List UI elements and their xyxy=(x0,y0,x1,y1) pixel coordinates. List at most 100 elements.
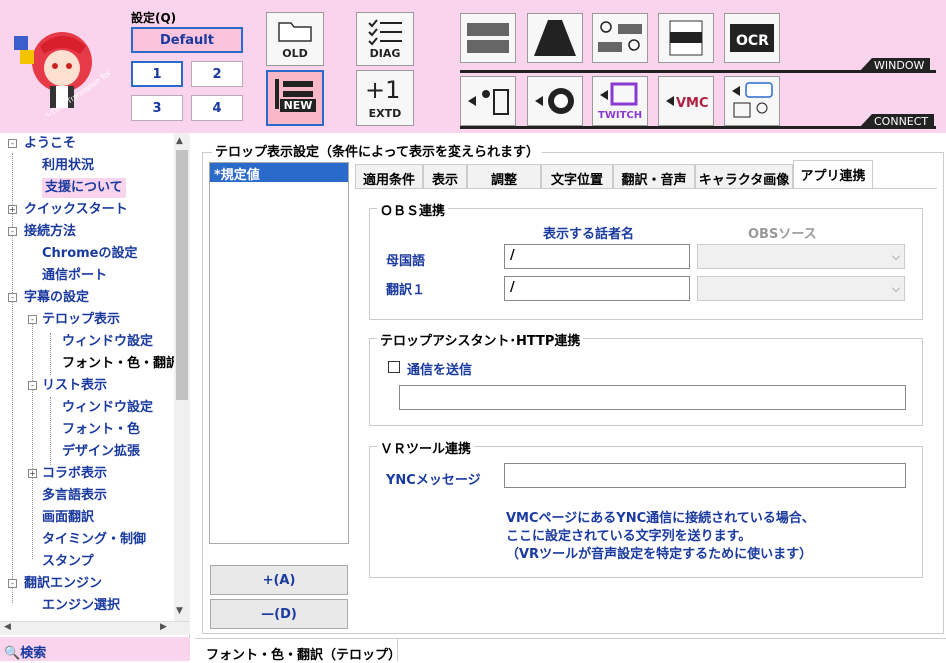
app-logo: Real-Time Translation Tool xyxy=(10,6,116,128)
sidebar-item-telop[interactable]: テロップ表示 xyxy=(42,310,120,330)
http-url-input[interactable] xyxy=(399,385,906,410)
expander-icon[interactable]: - xyxy=(28,315,37,324)
sidebar-item-subtitles[interactable]: 字幕の設定 xyxy=(24,288,89,308)
obs-connect-button[interactable] xyxy=(527,76,583,126)
tab-app-integration[interactable]: アプリ連携 xyxy=(793,160,873,189)
sidebar-item-screen[interactable]: 画面翻訳 xyxy=(42,508,94,528)
abc-scroll-button[interactable] xyxy=(527,13,583,63)
preset-label: 設定(Q) xyxy=(131,11,177,25)
folder-icon xyxy=(278,22,312,42)
native-obs-source-select[interactable] xyxy=(697,244,905,269)
new-button[interactable]: NEW xyxy=(266,70,324,126)
default-preset-button[interactable]: Default xyxy=(131,27,243,53)
search-button[interactable]: 🔍検索 xyxy=(0,637,190,661)
group-title: テロップ表示設定（条件によって表示を変えられます） xyxy=(212,141,542,160)
sidebar-item-list-window[interactable]: ウィンドウ設定 xyxy=(62,398,153,418)
sidebar-item-usage[interactable]: 利用状況 xyxy=(42,156,94,176)
scroll-right-icon[interactable]: ▶ xyxy=(160,622,167,632)
status-divider xyxy=(397,639,398,661)
sidebar-item-support[interactable]: 支援について xyxy=(42,178,126,198)
sidebar-item-collab[interactable]: コラボ表示 xyxy=(42,464,107,484)
preset-3-button[interactable]: 3 xyxy=(131,95,183,121)
diag-button[interactable]: DIAG xyxy=(356,12,414,66)
abc-window-button[interactable] xyxy=(460,13,516,63)
native-speaker-input[interactable]: / xyxy=(504,244,690,269)
tab-display[interactable]: 表示 xyxy=(423,164,467,188)
tab-text-position[interactable]: 文字位置 xyxy=(541,164,613,188)
tab-translate-voice[interactable]: 翻訳・音声 xyxy=(613,164,695,188)
svg-text:TWITCH: TWITCH xyxy=(598,110,642,121)
scroll-down-icon[interactable]: ▼ xyxy=(176,606,183,616)
sidebar-item-timing[interactable]: タイミング・制御 xyxy=(42,530,146,550)
ync-message-input[interactable] xyxy=(504,463,906,488)
vr-title: ＶＲツール連携 xyxy=(377,438,475,457)
translation1-label: 翻訳１ xyxy=(386,283,426,298)
nav-tree: - ようこそ 利用状況 支援について + クイックスタート - 接続方法 Chr… xyxy=(0,133,174,623)
sidebar-item-connection[interactable]: 接続方法 xyxy=(24,222,76,242)
source-column-header: OBSソース xyxy=(748,227,817,242)
perspective-text-icon xyxy=(534,20,576,56)
checklist-icon xyxy=(368,19,402,46)
send-checkbox[interactable] xyxy=(388,361,400,373)
sidebar-item-design[interactable]: デザイン拡張 xyxy=(62,442,140,462)
svg-text:+1: +1 xyxy=(365,76,400,102)
preset-1-button[interactable]: 1 xyxy=(131,61,183,87)
persons-icon xyxy=(598,21,642,52)
sidebar-hscrollbar[interactable]: ◀ ▶ xyxy=(0,621,190,635)
speaker-column-header: 表示する話者名 xyxy=(543,227,635,242)
send-checkbox-label[interactable]: 通信を送信 xyxy=(407,359,472,378)
scroll-left-icon[interactable]: ◀ xyxy=(4,622,11,632)
translation1-obs-source-select[interactable] xyxy=(697,276,905,301)
vmc-icon: VMC xyxy=(666,96,709,111)
sidebar-item-welcome[interactable]: ようこそ xyxy=(24,134,76,154)
mobile-connect-button[interactable] xyxy=(460,76,516,126)
vr-note-line1: VMCページにあるYNC通信に接続されている場合、 xyxy=(506,511,815,526)
sidebar-item-stamp[interactable]: スタンプ xyxy=(42,552,94,572)
multilang-window-button[interactable] xyxy=(658,13,714,63)
vmc-connect-button[interactable]: VMC xyxy=(658,76,714,126)
obs-title: ＯＢＳ連携 xyxy=(377,200,449,219)
sidebar: - ようこそ 利用状況 支援について + クイックスタート - 接続方法 Chr… xyxy=(0,133,190,661)
plus-one-icon: +1 xyxy=(365,76,400,102)
sidebar-item-chrome[interactable]: Chromeの設定 xyxy=(42,244,138,264)
preset-4-button[interactable]: 4 xyxy=(191,95,243,121)
preset-2-button[interactable]: 2 xyxy=(191,61,243,87)
translation1-speaker-input[interactable]: / xyxy=(504,276,690,301)
scroll-up-icon[interactable]: ▲ xyxy=(176,136,183,146)
tab-conditions[interactable]: 適用条件 xyxy=(355,164,423,188)
condition-list[interactable] xyxy=(209,162,349,544)
window-tag: WINDOW xyxy=(858,58,931,73)
expander-icon[interactable]: - xyxy=(28,381,37,390)
expander-icon[interactable]: + xyxy=(8,205,17,214)
sidebar-item-multilang[interactable]: 多言語表示 xyxy=(42,486,107,506)
expander-icon[interactable]: - xyxy=(8,293,17,302)
vc-connect-button[interactable] xyxy=(724,76,780,126)
tab-adjust[interactable]: 調整 xyxy=(467,164,541,188)
scrollbar-thumb[interactable] xyxy=(176,150,188,400)
sidebar-item-telop-window[interactable]: ウィンドウ設定 xyxy=(62,332,153,352)
status-bar: フォント・色・翻訳（テロップ） xyxy=(195,638,946,663)
tab-character-image[interactable]: キャラクタ画像 xyxy=(695,164,793,188)
add-condition-button[interactable]: +(A) xyxy=(210,565,348,595)
chevron-down-icon xyxy=(892,252,900,260)
native-language-label: 母国語 xyxy=(386,254,426,269)
sidebar-item-quickstart[interactable]: クイックスタート xyxy=(24,200,128,220)
list-item-default[interactable]: *規定値 xyxy=(210,163,348,183)
twitch-connect-button[interactable]: TWITCH xyxy=(592,76,648,126)
old-button[interactable]: OLD xyxy=(266,12,324,66)
expander-icon[interactable]: - xyxy=(8,227,17,236)
delete-condition-button[interactable]: —(D) xyxy=(210,599,348,629)
sidebar-item-list[interactable]: リスト表示 xyxy=(42,376,107,396)
sidebar-item-engine-select[interactable]: エンジン選択 xyxy=(42,596,120,616)
collab-window-button[interactable] xyxy=(592,13,648,63)
sidebar-item-telop-font[interactable]: フォント・色・翻訳 xyxy=(62,354,174,374)
sidebar-item-port[interactable]: 通信ポート xyxy=(42,266,107,286)
extd-button[interactable]: +1 EXTD xyxy=(356,70,414,126)
expander-icon[interactable]: - xyxy=(8,579,17,588)
http-group xyxy=(369,338,923,426)
sidebar-item-engine[interactable]: 翻訳エンジン xyxy=(24,574,102,594)
expander-icon[interactable]: + xyxy=(28,469,37,478)
sidebar-item-list-font[interactable]: フォント・色 xyxy=(62,420,140,440)
expander-icon[interactable]: - xyxy=(8,139,17,148)
ocr-button[interactable]: OCR xyxy=(724,13,780,63)
